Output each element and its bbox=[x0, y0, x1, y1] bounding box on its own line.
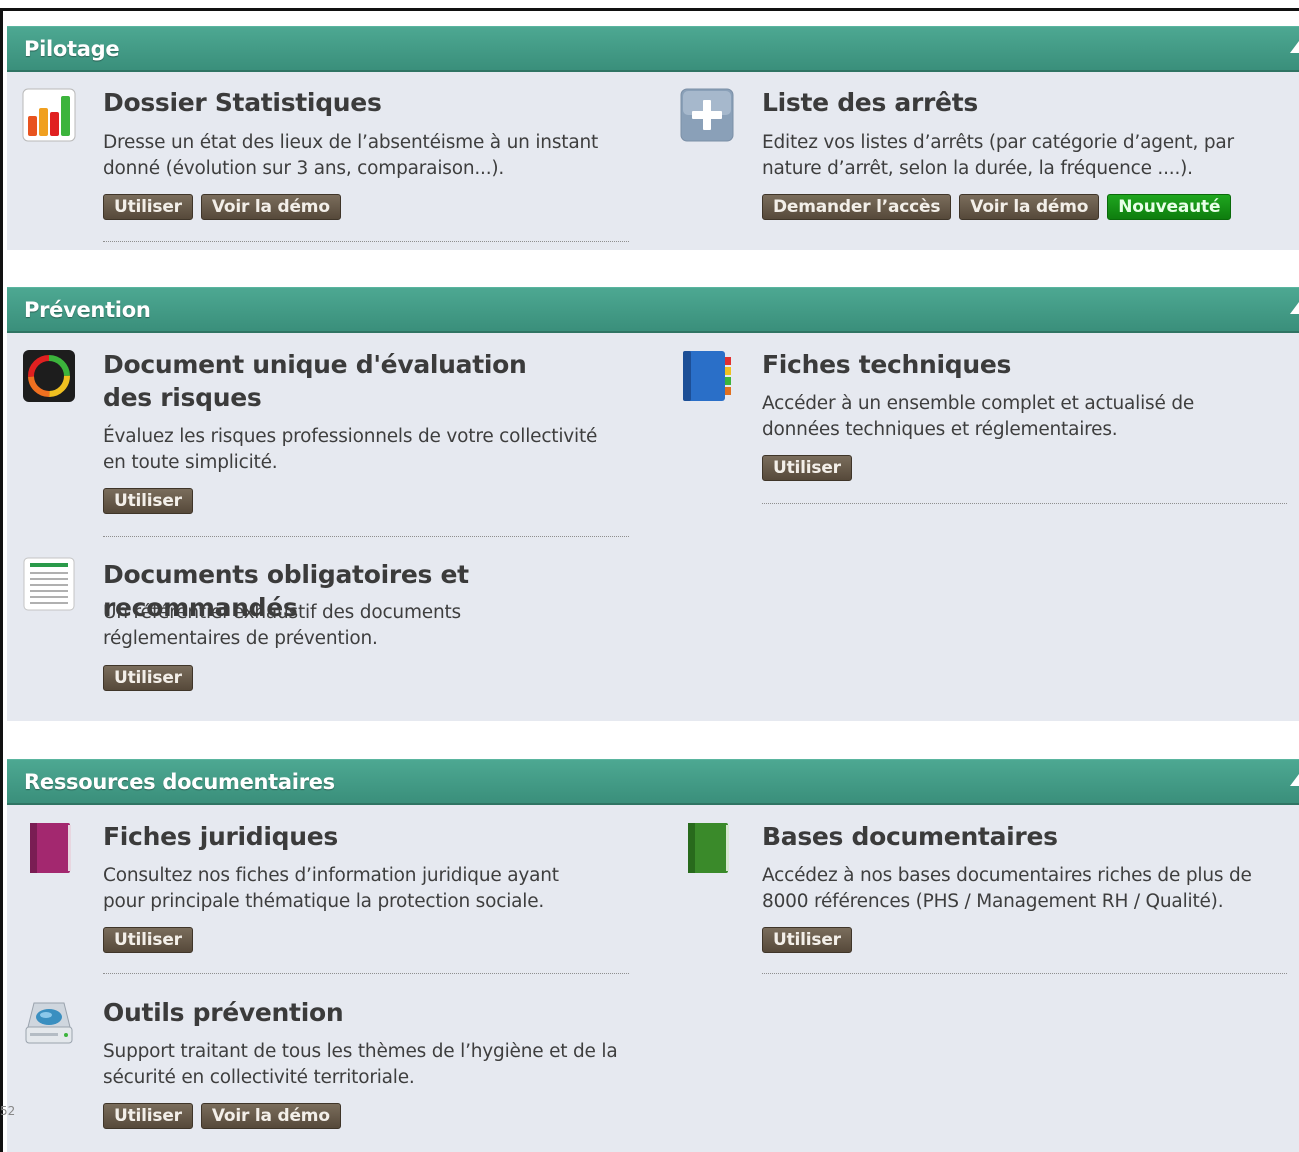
section-pilotage: Pilotage Dossier Statistiques Dresse un … bbox=[7, 26, 1299, 250]
item-title[interactable]: Fiches techniques bbox=[762, 348, 1299, 381]
divider bbox=[103, 973, 629, 974]
item-description: Évaluez les risques professionnels de vo… bbox=[103, 426, 598, 473]
item-description: Consultez nos fiches d’information jurid… bbox=[103, 865, 559, 912]
section-header-pilotage[interactable]: Pilotage bbox=[7, 26, 1299, 72]
item-title[interactable]: Liste des arrêts bbox=[762, 86, 1299, 119]
binder-icon[interactable] bbox=[680, 349, 734, 403]
collapse-icon[interactable] bbox=[1290, 774, 1299, 786]
section-title: Prévention bbox=[24, 298, 151, 322]
item-description: Accédez à nos bases documentaires riches… bbox=[762, 865, 1252, 912]
demo-button[interactable]: Voir la démo bbox=[959, 194, 1100, 220]
plus-icon[interactable] bbox=[680, 88, 734, 142]
section-header-prevention[interactable]: Prévention bbox=[7, 287, 1299, 333]
bar-chart-icon[interactable] bbox=[22, 88, 76, 142]
item-description: Dresse un état des lieux de l’absentéism… bbox=[103, 132, 599, 179]
divider bbox=[103, 241, 629, 242]
request-access-button[interactable]: Demander l’accès bbox=[762, 194, 952, 220]
section-prevention: Prévention Document unique d'évaluation … bbox=[7, 287, 1299, 721]
item-title[interactable]: Document unique d'évaluation des risques bbox=[103, 348, 573, 414]
use-button[interactable]: Utiliser bbox=[103, 488, 193, 514]
item-title[interactable]: Fiches juridiques bbox=[103, 820, 663, 853]
item-title[interactable]: Outils prévention bbox=[103, 996, 663, 1029]
collapse-icon[interactable] bbox=[1290, 302, 1299, 314]
risk-wheel-icon[interactable] bbox=[22, 349, 76, 403]
item-description: Support traitant de tous les thèmes de l… bbox=[103, 1041, 618, 1088]
use-button[interactable]: Utiliser bbox=[103, 665, 193, 691]
use-button[interactable]: Utiliser bbox=[103, 927, 193, 953]
item-description: Editez vos listes d’arrêts (par catégori… bbox=[762, 132, 1234, 179]
document-list-icon[interactable] bbox=[22, 557, 76, 611]
section-header-ressources[interactable]: Ressources documentaires bbox=[7, 759, 1299, 805]
item-description: Accéder à un ensemble complet et actuali… bbox=[762, 393, 1195, 440]
section-title: Pilotage bbox=[24, 37, 120, 61]
use-button[interactable]: Utiliser bbox=[103, 194, 193, 220]
divider bbox=[103, 536, 629, 537]
demo-button[interactable]: Voir la démo bbox=[200, 194, 341, 220]
purple-book-icon[interactable] bbox=[22, 821, 76, 875]
hard-drive-icon[interactable] bbox=[22, 997, 76, 1051]
use-button[interactable]: Utiliser bbox=[762, 455, 852, 481]
collapse-icon[interactable] bbox=[1290, 41, 1299, 53]
divider bbox=[762, 503, 1287, 504]
item-title[interactable]: Dossier Statistiques bbox=[103, 86, 663, 119]
new-badge: Nouveauté bbox=[1107, 194, 1232, 220]
use-button[interactable]: Utiliser bbox=[762, 927, 852, 953]
item-title[interactable]: Bases documentaires bbox=[762, 820, 1299, 853]
item-description: Un référentiel exhaustif des documents r… bbox=[103, 602, 461, 649]
page-number: 52 bbox=[0, 1104, 16, 1118]
divider bbox=[762, 973, 1287, 974]
use-button[interactable]: Utiliser bbox=[103, 1103, 193, 1129]
section-title: Ressources documentaires bbox=[24, 770, 335, 794]
demo-button[interactable]: Voir la démo bbox=[200, 1103, 341, 1129]
green-book-icon[interactable] bbox=[680, 821, 734, 875]
section-ressources: Ressources documentaires Fiches juridiqu… bbox=[7, 759, 1299, 1152]
